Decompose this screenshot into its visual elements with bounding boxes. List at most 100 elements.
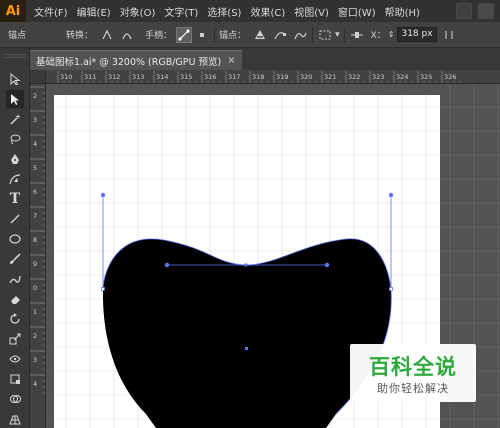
black-cup-shape[interactable] <box>102 238 392 428</box>
isolate-icon[interactable] <box>317 27 333 43</box>
ruler-tick-label: 4 <box>33 140 37 148</box>
paintbrush-tool-icon[interactable] <box>6 250 24 268</box>
anchors-label: 锚点： <box>219 31 247 41</box>
ruler-tick-label: 317 <box>228 73 240 81</box>
top-left-direction-point[interactable] <box>164 262 170 268</box>
ruler-tick-label: 313 <box>132 73 144 81</box>
ruler-tick-label: 318 <box>252 73 264 81</box>
separator <box>343 26 345 43</box>
left-anchor-point[interactable] <box>101 287 105 291</box>
dropdown-arrow-icon[interactable]: ▾ <box>335 30 340 40</box>
right-anchor-point[interactable] <box>389 287 393 291</box>
document-tab[interactable]: 基础图标1.ai* @ 3200% (RGB/GPU 预览) × <box>30 50 242 70</box>
menu-view[interactable]: 视图(V) <box>294 4 329 19</box>
x-label: X： <box>370 31 386 41</box>
ruler-tick-label: 9 <box>33 260 37 268</box>
ruler-tick-label: 312 <box>108 73 120 81</box>
bridge-icon[interactable] <box>456 3 472 19</box>
menu-file[interactable]: 文件(F) <box>34 4 68 19</box>
ellipse-tool-icon[interactable] <box>6 230 24 248</box>
ruler-tick-label: 2 <box>33 92 37 100</box>
convert-to-corner-icon[interactable] <box>99 27 115 43</box>
ruler-tick-label: 2 <box>33 332 37 340</box>
curvature-tool-icon[interactable] <box>6 170 24 188</box>
line-tool-icon[interactable] <box>6 210 24 228</box>
handle-label: 手柄： <box>145 31 173 41</box>
ruler-tick-label: 316 <box>204 73 216 81</box>
connect-anchors-icon[interactable] <box>272 27 288 43</box>
ruler-tick-label: 0 <box>33 284 37 292</box>
menu-object[interactable]: 对象(O) <box>120 4 156 19</box>
convert-to-smooth-icon[interactable] <box>119 27 135 43</box>
menu-select[interactable]: 选择(S) <box>207 4 241 19</box>
remove-anchor-icon[interactable] <box>252 27 268 43</box>
ruler-tick-label: 7 <box>33 212 37 220</box>
ruler-tick-label: 315 <box>180 73 192 81</box>
ruler-corner[interactable] <box>30 70 46 84</box>
control-bar: 锚点 转换： 手柄： 锚点： ▾ X： ⇕ 318 px <box>0 22 500 48</box>
menu-type[interactable]: 文字(T) <box>164 4 198 19</box>
align-icon[interactable] <box>349 27 365 43</box>
menu-help[interactable]: 帮助(H) <box>385 4 420 19</box>
ruler-tick-label: 4 <box>33 380 37 388</box>
stock-icon[interactable] <box>478 3 494 19</box>
menu-window[interactable]: 窗口(W) <box>338 4 376 19</box>
left-direction-point[interactable] <box>100 192 106 198</box>
menu-edit[interactable]: 编辑(E) <box>77 4 111 19</box>
document-tab-title: 基础图标1.ai* @ 3200% (RGB/GPU 预览) <box>36 56 222 68</box>
menu-bar: Ai 文件(F) 编辑(E) 对象(O) 文字(T) 选择(S) 效果(C) 视… <box>0 0 500 22</box>
pen-tool-icon[interactable] <box>6 150 24 168</box>
top-right-direction-point[interactable] <box>324 262 330 268</box>
toolbox-grip[interactable] <box>4 54 26 58</box>
top-anchor-point[interactable] <box>244 263 248 267</box>
ruler-tick-label: 319 <box>276 73 288 81</box>
watermark-slogan: 助你轻松解决 <box>377 382 449 395</box>
separator <box>214 26 216 43</box>
center-point <box>245 347 248 350</box>
vertical-ruler-ticks: 2 3 4 5 6 7 8 9 0 1 2 3 4 <box>30 86 45 394</box>
document-tab-bar: 基础图标1.ai* @ 3200% (RGB/GPU 预览) × <box>30 48 500 70</box>
horizontal-ruler[interactable]: 310 311 312 313 314 315 316 317 318 319 320 321 322 3… <box>46 70 500 84</box>
x-stepper-icon[interactable]: ⇕ <box>388 30 395 39</box>
ruler-tick-label: 321 <box>324 73 336 81</box>
selection-tool-icon[interactable] <box>6 70 24 88</box>
ruler-tick-label: 3 <box>33 116 37 124</box>
x-position-field[interactable]: 318 px <box>397 27 438 42</box>
ruler-tick-label: 5 <box>33 164 37 172</box>
ruler-tick-label: 8 <box>33 236 37 244</box>
ruler-tick-label: 320 <box>300 73 312 81</box>
ruler-tick-label: 325 <box>420 73 432 81</box>
shape-builder-tool-icon[interactable] <box>6 390 24 408</box>
ruler-tick-label: 3 <box>33 356 37 364</box>
shaper-tool-icon[interactable] <box>6 270 24 288</box>
type-tool-icon[interactable]: T <box>6 190 24 208</box>
lasso-tool-icon[interactable] <box>6 130 24 148</box>
watermark-brand: 百科全说 <box>369 355 457 379</box>
direct-selection-tool-icon[interactable] <box>6 90 24 108</box>
eraser-tool-icon[interactable] <box>6 290 24 308</box>
anchor-label: 锚点 <box>8 31 27 41</box>
cut-path-icon[interactable] <box>292 27 308 43</box>
menu-right-icons <box>456 3 494 19</box>
magic-wand-tool-icon[interactable] <box>6 110 24 128</box>
app-logo: Ai <box>0 0 26 22</box>
ruler-tick-label: 310 <box>60 73 72 81</box>
free-transform-tool-icon[interactable] <box>6 370 24 388</box>
ruler-tick-label: 314 <box>156 73 168 81</box>
right-direction-point[interactable] <box>388 192 394 198</box>
menu-effect[interactable]: 效果(C) <box>250 4 285 19</box>
ruler-tick-label: 323 <box>372 73 384 81</box>
perspective-grid-tool-icon[interactable] <box>6 410 24 428</box>
menu-list: 文件(F) 编辑(E) 对象(O) 文字(T) 选择(S) 效果(C) 视图(V… <box>34 4 429 19</box>
rotate-tool-icon[interactable] <box>6 310 24 328</box>
width-tool-icon[interactable] <box>6 350 24 368</box>
link-icon[interactable] <box>441 27 457 43</box>
convert-label: 转换： <box>66 31 94 41</box>
show-handles-icon[interactable] <box>176 26 193 43</box>
illustrator-window: Ai 文件(F) 编辑(E) 对象(O) 文字(T) 选择(S) 效果(C) 视… <box>0 0 500 428</box>
close-icon[interactable]: × <box>227 55 235 66</box>
vertical-ruler[interactable]: 2 3 4 5 6 7 8 9 0 1 2 3 4 <box>30 84 46 428</box>
ruler-tick-label: 324 <box>396 73 408 81</box>
hide-handles-icon[interactable] <box>194 27 210 43</box>
scale-tool-icon[interactable] <box>6 330 24 348</box>
